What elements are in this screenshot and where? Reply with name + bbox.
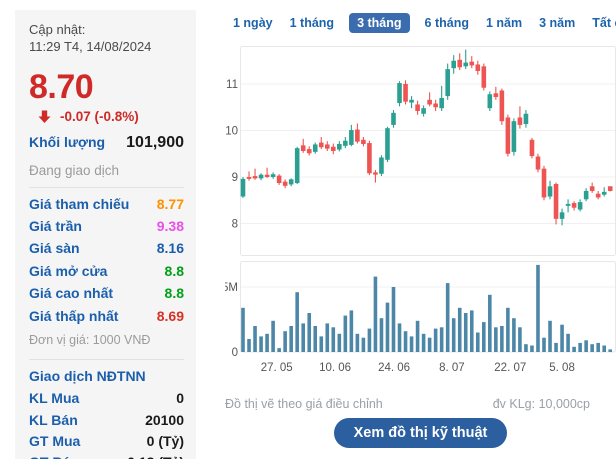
row-value: 20100 [145, 411, 184, 428]
tab-1-ngay[interactable]: 1 ngày [231, 13, 275, 33]
tab-tat-ca[interactable]: Tất cả [590, 13, 616, 33]
tab-1-thang[interactable]: 1 tháng [288, 13, 336, 33]
svg-text:24. 06: 24. 06 [378, 362, 410, 374]
row-value: 8.77 [156, 195, 184, 212]
foreign-trading-table: KL Mua 0 KL Bán 20100 GT Mua 0 (Tỷ) GT B… [29, 388, 184, 459]
adjusted-price-note: Đồ thị vẽ theo giá điều chỉnh [225, 397, 383, 411]
divider [29, 187, 184, 189]
stock-quote-page: Cập nhật: 11:29 T4, 14/08/2024 8.70 -0.0… [0, 0, 616, 459]
tab-1-nam[interactable]: 1 năm [484, 13, 524, 33]
row-value: 8.69 [156, 307, 184, 324]
svg-text:27. 05: 27. 05 [261, 362, 293, 374]
row-label: Giá mở cửa [29, 262, 108, 279]
technical-chart-button[interactable]: Xem đồ thị kỹ thuật [333, 418, 508, 448]
svg-text:10. 06: 10. 06 [319, 362, 351, 374]
price-info-row: Giá tham chiếu 8.77 [29, 192, 184, 214]
foreign-row: KL Bán 20100 [29, 409, 184, 430]
tab-6-thang[interactable]: 6 tháng [423, 13, 471, 33]
foreign-trading-title: Giao dịch NĐTNN [29, 367, 146, 384]
update-datetime: 11:29 T4, 14/08/2024 [29, 38, 152, 54]
row-label: Giá tham chiếu [29, 195, 130, 212]
row-label: Giá cao nhất [29, 285, 114, 302]
row-label: KL Mua [29, 390, 80, 407]
row-value: 0 (Tỷ) [146, 432, 184, 449]
price-change: -0.07 (-0.8%) [60, 109, 139, 125]
svg-text:9: 9 [232, 172, 238, 184]
price-info-row: Giá cao nhất 8.8 [29, 282, 184, 304]
svg-text:5. 08: 5. 08 [549, 362, 575, 374]
tab-3-thang[interactable]: 3 tháng [349, 13, 410, 33]
price-info-row: Giá thấp nhất 8.69 [29, 304, 184, 326]
update-label: Cập nhật: [29, 22, 86, 37]
foreign-row: GT Mua 0 (Tỷ) [29, 430, 184, 451]
svg-text:10: 10 [225, 126, 238, 138]
session-status: Đang giao dịch [29, 163, 120, 179]
volume-unit-note: đv KLg: 10,000cp [492, 397, 590, 411]
svg-text:8. 07: 8. 07 [439, 362, 465, 374]
row-value: 8.8 [164, 262, 184, 279]
row-label: KL Bán [29, 411, 78, 428]
volume-value: 101,900 [126, 134, 184, 152]
price-candlestick-chart[interactable]: 8 9 10 11 [225, 45, 616, 257]
svg-text:22. 07: 22. 07 [494, 362, 526, 374]
row-value: 0.18 (Tỷ) [127, 454, 184, 459]
price-unit-note: Đơn vị giá: 1000 VNĐ [29, 332, 151, 347]
row-value: 0 [176, 390, 184, 407]
volume-label: Khối lượng [29, 134, 106, 151]
row-value: 8.16 [156, 240, 184, 257]
price-info-row: Giá mở cửa 8.8 [29, 260, 184, 282]
svg-text:8: 8 [232, 219, 238, 231]
last-price: 8.70 [29, 67, 94, 106]
down-arrow-icon [37, 109, 52, 124]
row-label: Giá sàn [29, 240, 80, 257]
foreign-row: GT Bán 0.18 (Tỷ) [29, 451, 184, 459]
price-info-row: Giá trần 9.38 [29, 215, 184, 237]
row-label: GT Mua [29, 432, 81, 449]
tab-3-nam[interactable]: 3 năm [537, 13, 577, 33]
row-label: Giá thấp nhất [29, 307, 119, 324]
price-info-table: Giá tham chiếu 8.77 Giá trần 9.38 Giá sà… [29, 192, 184, 326]
volume-bar-chart[interactable]: 2.5M 0 27. 05 10. 06 24. 06 8. 07 22. 07 5. 08 [225, 258, 616, 378]
foreign-row: KL Mua 0 [29, 388, 184, 409]
svg-text:11: 11 [226, 79, 238, 91]
svg-text:0: 0 [232, 347, 238, 359]
svg-text:2.5M: 2.5M [225, 282, 238, 294]
divider [29, 358, 184, 360]
price-info-row: Giá sàn 8.16 [29, 237, 184, 259]
row-label: Giá trần [29, 218, 82, 235]
row-label: GT Bán [29, 454, 79, 459]
row-value: 9.38 [156, 218, 184, 235]
quote-panel: Cập nhật: 11:29 T4, 14/08/2024 8.70 -0.0… [15, 10, 196, 459]
row-value: 8.8 [164, 285, 184, 302]
timeframe-tabs: 1 ngày 1 tháng 3 tháng 6 tháng 1 năm 3 n… [231, 12, 616, 34]
